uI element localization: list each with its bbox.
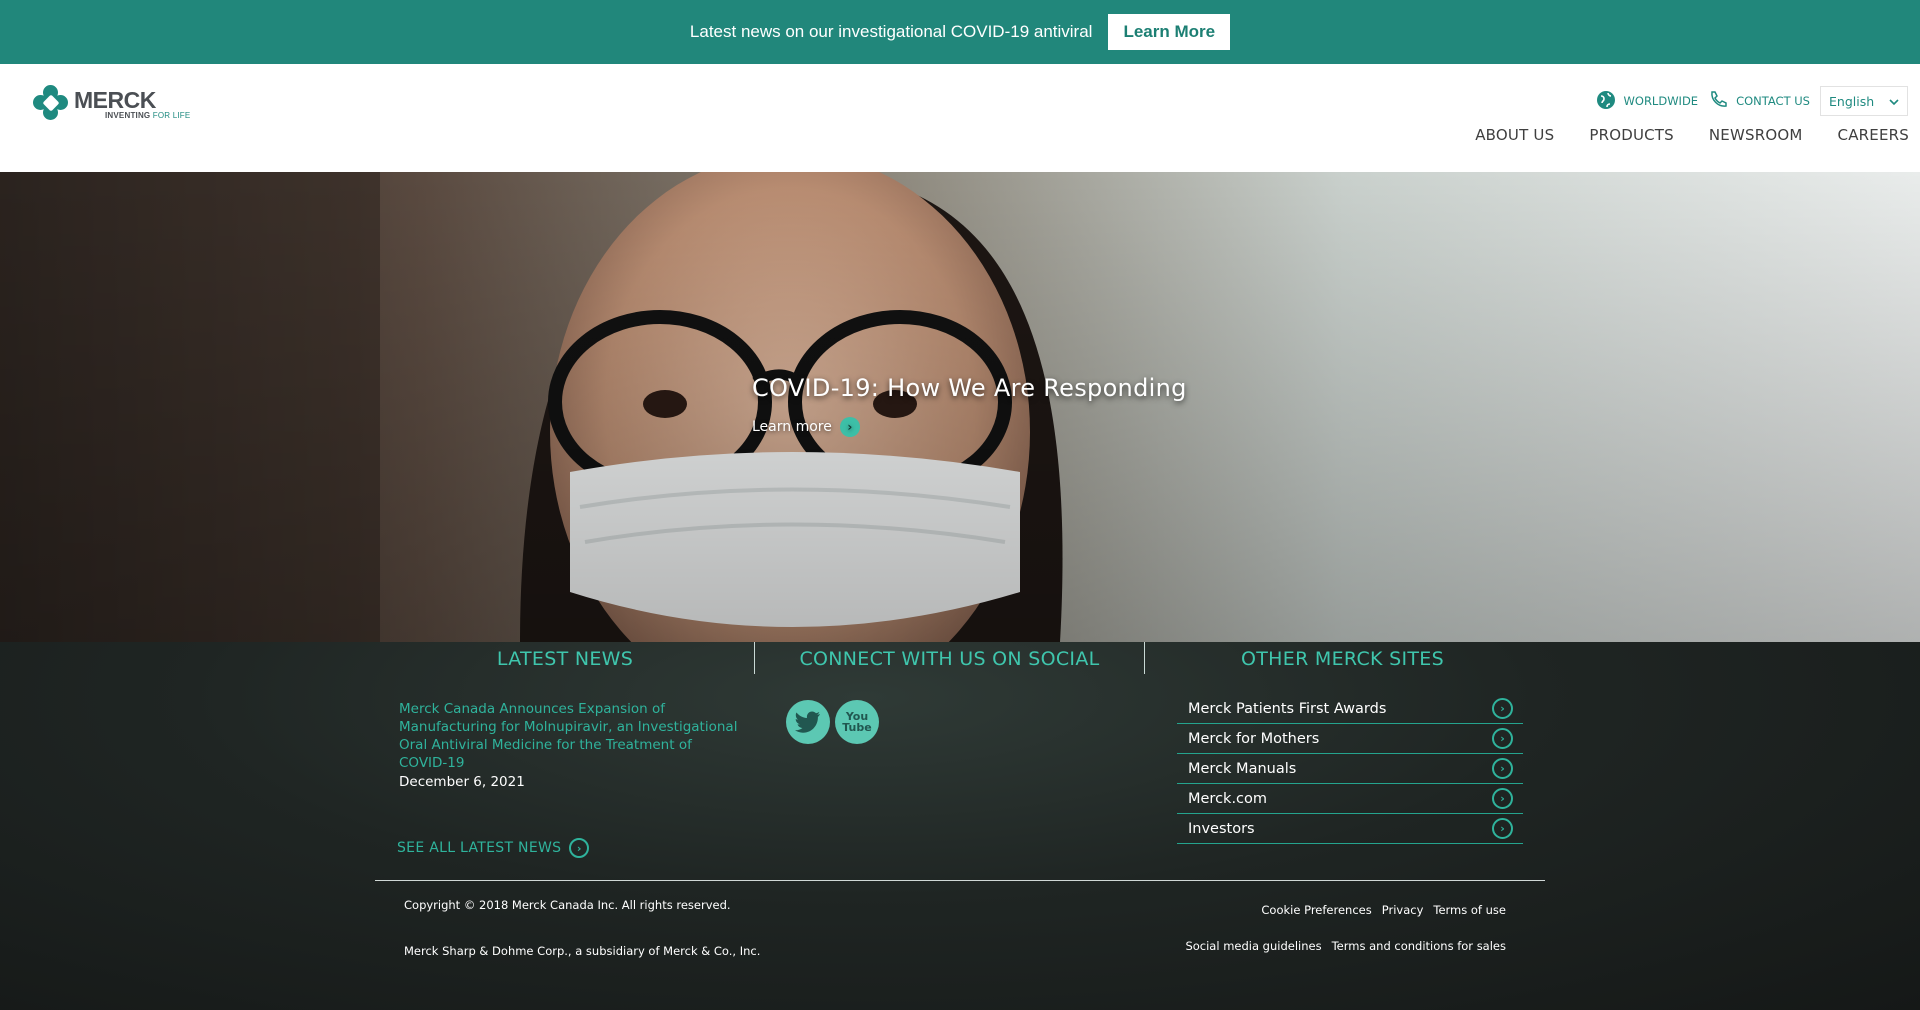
hero-photo-masked-woman-image xyxy=(0,172,1920,642)
latest-news-item-date: December 6, 2021 xyxy=(399,774,525,790)
hero-learn-more-link[interactable]: Learn more › xyxy=(752,417,860,437)
phone-icon xyxy=(1708,90,1728,113)
site-link-label: Merck Patients First Awards xyxy=(1188,700,1387,717)
site-link-merck-for-mothers[interactable]: Merck for Mothers › xyxy=(1177,724,1523,754)
contact-us-link[interactable]: CONTACT US xyxy=(1708,90,1810,113)
privacy-link[interactable]: Privacy xyxy=(1382,903,1424,917)
site-link-label: Investors xyxy=(1188,820,1255,837)
youtube-icon[interactable]: You Tube xyxy=(835,700,879,744)
logo-tagline: INVENTING FOR LIFE xyxy=(105,111,191,120)
merck-logo[interactable]: MERCK INVENTING FOR LIFE xyxy=(33,85,190,121)
site-link-patients-first[interactable]: Merck Patients First Awards › xyxy=(1177,694,1523,724)
chevron-right-icon: › xyxy=(569,838,590,858)
subsidiary-text: Merck Sharp & Dohme Corp., a subsidiary … xyxy=(404,944,761,958)
worldwide-label: WORLDWIDE xyxy=(1623,94,1699,108)
globe-icon xyxy=(1596,90,1616,113)
logo-wordmark: MERCK xyxy=(74,87,156,113)
hero-learn-more-label: Learn more xyxy=(752,419,832,435)
chevron-right-icon: › xyxy=(1492,728,1513,749)
contact-us-label: CONTACT US xyxy=(1736,94,1810,108)
chevron-right-icon: › xyxy=(839,417,860,437)
latest-news-heading: LATEST NEWS xyxy=(496,648,634,670)
nav-careers[interactable]: CAREERS xyxy=(1838,126,1909,144)
see-all-latest-news-link[interactable]: SEE ALL LATEST NEWS › xyxy=(397,838,590,858)
social-heading: CONNECT WITH US ON SOCIAL xyxy=(799,648,1100,670)
hero-banner: COVID-19: How We Are Responding Learn mo… xyxy=(0,172,1920,642)
chevron-right-icon: › xyxy=(1492,758,1513,779)
site-link-investors[interactable]: Investors › xyxy=(1177,814,1523,844)
chevron-right-icon: › xyxy=(1492,818,1513,839)
chevron-down-icon xyxy=(1889,94,1899,109)
nav-newsroom[interactable]: NEWSROOM xyxy=(1709,126,1803,144)
main-navigation: ABOUT US PRODUCTS NEWSROOM CAREERS xyxy=(1475,126,1909,144)
site-link-label: Merck for Mothers xyxy=(1188,730,1320,747)
social-links: You Tube xyxy=(786,700,879,744)
nav-products[interactable]: PRODUCTS xyxy=(1589,126,1674,144)
other-sites-list: Merck Patients First Awards › Merck for … xyxy=(1177,694,1523,844)
other-sites-heading: OTHER MERCK SITES xyxy=(1241,648,1444,670)
footer-links-row-1: Cookie Preferences Privacy Terms of use xyxy=(1261,903,1506,917)
copyright-text: Copyright © 2018 Merck Canada Inc. All r… xyxy=(404,898,731,912)
footer-content-area: LATEST NEWS CONNECT WITH US ON SOCIAL OT… xyxy=(0,642,1920,1010)
utility-bar: WORLDWIDE CONTACT US English xyxy=(1596,86,1908,116)
youtube-tube: Tube xyxy=(842,721,872,734)
twitter-icon[interactable] xyxy=(786,700,830,744)
site-link-label: Merck Manuals xyxy=(1188,760,1297,777)
site-link-merck-manuals[interactable]: Merck Manuals › xyxy=(1177,754,1523,784)
banner-learn-more-button[interactable]: Learn More xyxy=(1108,14,1231,50)
merck-logo-mark-icon xyxy=(33,85,69,121)
terms-conditions-sales-link[interactable]: Terms and conditions for sales xyxy=(1332,939,1506,953)
site-link-merck-com[interactable]: Merck.com › xyxy=(1177,784,1523,814)
terms-of-use-link[interactable]: Terms of use xyxy=(1433,903,1506,917)
site-link-label: Merck.com xyxy=(1188,790,1268,807)
cookie-preferences-link[interactable]: Cookie Preferences xyxy=(1261,903,1371,917)
hero-title: COVID-19: How We Are Responding xyxy=(752,374,1187,402)
language-value: English xyxy=(1829,93,1875,109)
footer-divider xyxy=(375,880,1545,881)
site-header: MERCK INVENTING FOR LIFE WORLDWIDE CONTA… xyxy=(0,64,1920,172)
banner-text: Latest news on our investigational COVID… xyxy=(689,22,1093,41)
see-all-label: SEE ALL LATEST NEWS xyxy=(397,840,562,856)
language-select[interactable]: English xyxy=(1820,86,1908,116)
nav-about-us[interactable]: ABOUT US xyxy=(1475,126,1554,144)
footer-links-row-2: Social media guidelines Terms and condit… xyxy=(1185,939,1506,953)
chevron-right-icon: › xyxy=(1492,698,1513,719)
worldwide-link[interactable]: WORLDWIDE xyxy=(1596,90,1699,113)
latest-news-item-link[interactable]: Merck Canada Announces Expansion of Manu… xyxy=(399,700,744,772)
social-media-guidelines-link[interactable]: Social media guidelines xyxy=(1185,939,1321,953)
top-announcement-banner: Latest news on our investigational COVID… xyxy=(0,0,1920,64)
chevron-right-icon: › xyxy=(1492,788,1513,809)
